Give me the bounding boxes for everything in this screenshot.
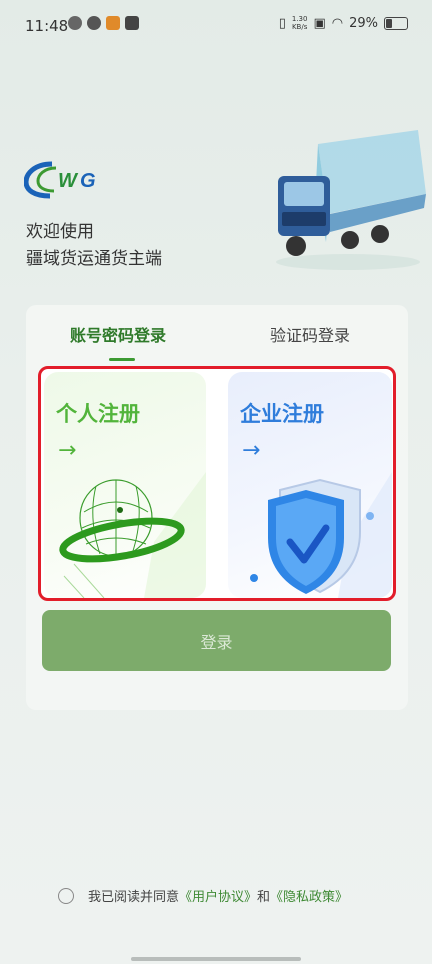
enterprise-register-title: 企业注册	[240, 402, 324, 426]
agreement-and: 和	[257, 890, 271, 905]
svg-text:G: G	[80, 170, 96, 192]
welcome-text: 欢迎使用 疆域货运通货主端	[26, 219, 162, 273]
battery-percent: 29%	[349, 15, 378, 31]
company-logo: W G	[24, 161, 96, 199]
tab-code-login[interactable]: 验证码登录	[270, 322, 350, 346]
person-head-illustration	[59, 472, 206, 598]
truck-illustration	[276, 130, 426, 270]
active-tab-indicator	[109, 358, 135, 361]
home-indicator[interactable]	[131, 957, 301, 961]
login-button[interactable]: 登录	[42, 610, 391, 671]
welcome-line1: 欢迎使用	[26, 222, 94, 242]
agreement-prefix: 我已阅读并同意	[88, 890, 180, 905]
status-time: 11:48	[25, 17, 69, 35]
arrow-right-icon: →	[242, 438, 261, 463]
arrow-right-icon: →	[58, 438, 77, 463]
cloud-icon	[87, 16, 101, 30]
personal-register-card[interactable]: 个人注册 →	[44, 372, 206, 598]
vibrate-icon: ▯	[278, 15, 286, 31]
notification-icons	[68, 16, 139, 30]
svg-text:W: W	[58, 170, 79, 192]
privacy-policy-link[interactable]: 《隐私政策》	[270, 886, 348, 905]
welcome-line2: 疆域货运通货主端	[26, 249, 162, 269]
network-speed: 1.30 KB/s	[291, 15, 308, 31]
shield-illustration	[250, 472, 392, 598]
status-bar: 11:48 ▯ 1.30 KB/s ▣ ◠ 29%	[0, 0, 432, 50]
app-icon	[125, 16, 139, 30]
wifi-icon: ◠	[331, 15, 344, 31]
weibo-icon	[106, 16, 120, 30]
personal-register-title: 个人注册	[56, 402, 140, 426]
fan-icon	[68, 16, 82, 30]
agree-radio[interactable]	[58, 887, 74, 904]
agreement-row: 我已阅读并同意 《用户协议》 和 《隐私政策》	[58, 886, 348, 905]
status-right: ▯ 1.30 KB/s ▣ ◠ 29%	[279, 15, 408, 31]
user-agreement-link[interactable]: 《用户协议》	[179, 886, 257, 905]
battery-icon	[384, 16, 408, 30]
enterprise-register-card[interactable]: 企业注册 →	[228, 372, 392, 598]
tab-password-login[interactable]: 账号密码登录	[70, 322, 166, 346]
nosim-icon: ▣	[313, 15, 326, 31]
